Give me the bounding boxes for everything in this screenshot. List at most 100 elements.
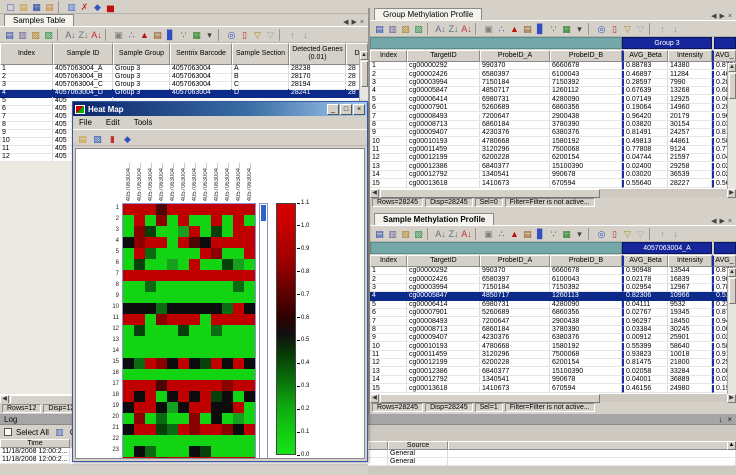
scroll-up-icon[interactable]: ▲ (727, 441, 736, 450)
scroll-up-icon[interactable]: ▲ (728, 268, 736, 277)
samples-vscrollbar[interactable]: ▲ (359, 51, 368, 101)
table-row[interactable]: 11cg00011459312029675000680.7780891240.7… (370, 146, 736, 154)
scroll-left-icon[interactable]: ◀ (370, 394, 379, 403)
maximize-icon[interactable]: □ (340, 104, 352, 115)
select-all-label[interactable]: Select All (16, 428, 49, 437)
close-icon[interactable]: × (353, 104, 365, 115)
remove-columns-icon[interactable]: ▨ (42, 29, 55, 41)
scroll-up-icon[interactable]: ▲ (360, 51, 368, 60)
table-row[interactable]: 3cg00003994715018471503920.02954129670.7… (370, 284, 736, 292)
tab-prev-icon[interactable]: ◀ (711, 217, 716, 225)
sample-hscrollbar[interactable]: ◀ ▶ (370, 393, 736, 402)
sort-ascending-icon[interactable]: A↓ (434, 228, 447, 240)
box-plot-icon[interactable]: ▤ (151, 29, 164, 41)
scroll-up-icon[interactable]: ▲ (728, 63, 736, 72)
table-row[interactable]: 13cg000123866840377151003900.02058332840… (370, 368, 736, 376)
heatmap-dropdown-icon[interactable]: ▾ (203, 29, 216, 41)
table-row[interactable]: General (368, 458, 736, 466)
table-row[interactable]: 8cg00008713686018437803900.03820301540.0… (370, 121, 736, 129)
tab-samples-table[interactable]: Samples Table (4, 14, 74, 26)
copy-icon[interactable]: ▥ (386, 228, 399, 240)
bar-chart-icon[interactable]: ▊ (534, 228, 547, 240)
group-name-header[interactable]: Group 3 (622, 37, 712, 49)
table-row[interactable]: 6cg00007901526068968603560.02767193450.8… (370, 309, 736, 317)
heatmap-grid[interactable] (122, 203, 256, 459)
log-source-header[interactable]: Source (368, 441, 736, 450)
header-cell[interactable]: Sample ID (53, 43, 113, 65)
scroll-right-icon[interactable]: ▶ (727, 189, 736, 198)
tab-prev-icon[interactable]: ◀ (343, 18, 348, 26)
clear-filter-icon[interactable]: ▽ (634, 228, 647, 240)
header-cell[interactable]: TargetID (407, 255, 480, 267)
table-row[interactable]: 11cg00011459312029675000680.93823100180.… (370, 351, 736, 359)
table-row[interactable]: 6cg00007901526068968603560.19064149600.2… (370, 104, 736, 112)
header-cell[interactable]: AVG_Beta (622, 50, 668, 62)
table-row[interactable]: 2cg00002426658039761000430.02178168390.9… (370, 275, 736, 283)
scroll-thumb[interactable] (729, 73, 736, 99)
table-row[interactable]: 9cg00009407423037663803760.00912259010.0… (370, 334, 736, 342)
table-row[interactable]: 14cg0001279213405419906780.04001368890.0… (370, 376, 736, 384)
table-row[interactable]: 15cg0001361814106736705940.55640282270.5… (370, 179, 736, 187)
copy-icon[interactable]: ▥ (53, 426, 66, 438)
histogram-icon[interactable]: ▅ (104, 1, 117, 13)
new-document-icon[interactable]: ▢ (4, 1, 17, 13)
remove-columns-icon[interactable]: ▨ (412, 228, 425, 240)
new-table-icon[interactable]: ▤ (373, 228, 386, 240)
bar-chart-icon[interactable]: ▥ (65, 1, 78, 13)
pin-icon[interactable]: ↓ (718, 415, 722, 424)
sort-custom-icon[interactable]: A↓ (90, 29, 103, 41)
move-up-icon[interactable]: ↑ (656, 23, 669, 35)
group-table-header[interactable]: IndexTargetIDProbeID_AProbeID_BAVG_BetaI… (370, 50, 736, 62)
bar-chart-icon[interactable]: ▊ (534, 23, 547, 35)
table-row[interactable]: 8cg00008713686018437803900.03384302450.0… (370, 326, 736, 334)
header-cell[interactable]: Intensity (668, 50, 712, 62)
header-cell[interactable]: AVG_Beta (622, 255, 668, 267)
filter-rows-icon[interactable]: ▯ (238, 29, 251, 41)
menu-edit[interactable]: Edit (106, 118, 120, 127)
export-icon[interactable]: ▧ (91, 132, 104, 144)
scatter-plot-icon[interactable]: ✗ (78, 1, 91, 13)
clear-filter-icon[interactable]: ▽ (634, 23, 647, 35)
remove-columns-icon[interactable]: ▨ (412, 23, 425, 35)
copy-icon[interactable]: ▥ (386, 23, 399, 35)
header-cell[interactable] (368, 441, 388, 450)
zoom-icon[interactable]: ◎ (595, 228, 608, 240)
image-icon[interactable]: ▣ (112, 29, 125, 41)
new-table-icon[interactable]: ▤ (373, 23, 386, 35)
box-plot-icon[interactable]: ▤ (521, 228, 534, 240)
heat-map-titlebar[interactable]: Heat Map _ □ × (73, 102, 367, 116)
save-icon[interactable]: ▦ (30, 1, 43, 13)
heatmap-dropdown-icon[interactable]: ▾ (573, 228, 586, 240)
sort-descending-icon[interactable]: Z↓ (447, 228, 460, 240)
header-cell[interactable]: ProbeID_B (550, 50, 622, 62)
table-row[interactable]: 15cg0001361814106736705940.46156249800.1… (370, 384, 736, 392)
header-cell[interactable]: TargetID (407, 50, 480, 62)
sample-table-header[interactable]: IndexTargetIDProbeID_AProbeID_BAVG_BetaI… (370, 255, 736, 267)
header-cell[interactable]: ProbeID_A (480, 255, 550, 267)
sort-ascending-icon[interactable]: A↓ (434, 23, 447, 35)
move-down-icon[interactable]: ↓ (669, 228, 682, 240)
table-row[interactable]: 12cg00012199620022862001540.04744215970.… (370, 154, 736, 162)
copy-icon[interactable]: ▥ (16, 29, 29, 41)
open-project-icon[interactable]: ▤ (17, 1, 30, 13)
filter-rows-icon[interactable]: ▯ (608, 23, 621, 35)
close-icon[interactable]: × (727, 415, 732, 424)
group-hscrollbar[interactable]: ◀ ▶ (370, 188, 736, 197)
move-up-icon[interactable]: ↑ (286, 29, 299, 41)
table-row[interactable]: 10cg00010193478066815801920.49813448610.… (370, 138, 736, 146)
scroll-thumb[interactable] (729, 278, 736, 304)
header-cell[interactable]: ProbeID_A (480, 50, 550, 62)
table-row[interactable]: 7cg00008493720064729004380.96420201790.9… (370, 112, 736, 120)
image-icon[interactable]: ▣ (482, 228, 495, 240)
sort-descending-icon[interactable]: Z↓ (77, 29, 90, 41)
next-group-header[interactable] (714, 37, 736, 49)
filter-funnel-icon[interactable]: ▽ (621, 228, 634, 240)
header-cell[interactable]: Source (388, 441, 448, 450)
tab-close-icon[interactable]: × (728, 13, 732, 20)
header-cell[interactable]: AVG_ (712, 50, 736, 62)
header-cell[interactable]: Index (0, 43, 53, 65)
tab-close-icon[interactable]: × (360, 19, 364, 26)
color-mode-icon[interactable]: ▮ (106, 132, 119, 144)
move-up-icon[interactable]: ↑ (656, 228, 669, 240)
table-row[interactable]: 3cg00003994715018471503920.2859779900.28… (370, 79, 736, 87)
